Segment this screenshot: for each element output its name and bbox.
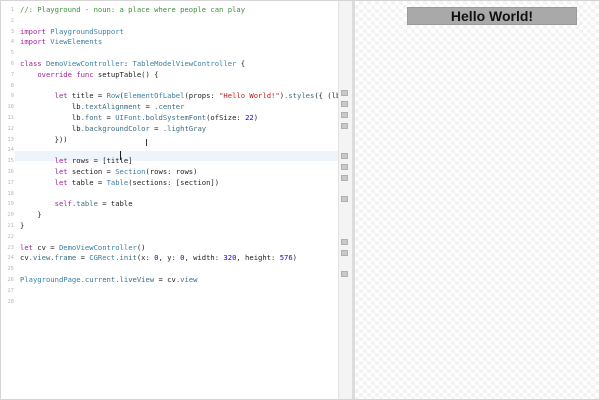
code-line[interactable]: }	[20, 221, 24, 232]
line-number: 1	[10, 7, 14, 13]
code-line[interactable]: override func setupTable() {	[20, 70, 158, 81]
code-line[interactable]: let rows = [title]	[20, 156, 133, 167]
line-number: 3	[10, 28, 14, 35]
quick-look-button[interactable]	[341, 90, 348, 96]
quick-look-button[interactable]	[341, 271, 348, 277]
line-number: 23	[7, 244, 14, 251]
line-number: 18	[7, 190, 14, 197]
code-line[interactable]: cv.view.frame = CGRect.init(x: 0, y: 0, …	[20, 253, 297, 264]
line-number: 2	[10, 17, 14, 24]
code-line[interactable]: let cv = DemoViewController()	[20, 243, 146, 254]
line-number: 16	[7, 169, 14, 175]
line-number: 4	[10, 39, 14, 46]
line-number: 27	[7, 287, 14, 294]
line-number: 21	[7, 223, 14, 229]
line-number: 5	[10, 50, 14, 57]
code-line[interactable]: import PlaygroundSupport	[20, 27, 124, 38]
code-line[interactable]: PlaygroundPage.current.liveView = cv.vie…	[20, 275, 197, 286]
line-number: 17	[7, 179, 14, 186]
code-line[interactable]: //: Playground - noun: a place where peo…	[20, 5, 245, 16]
table-cell[interactable]: Hello World!	[407, 7, 577, 25]
line-number: 9	[10, 93, 14, 100]
line-number: 8	[10, 82, 14, 89]
playground-window: 1 2 3 4 5 6 7 8 9 10 11 12 13 14 15 16 17 18 19 20 21 22 23 24 2…	[0, 0, 600, 400]
live-view-pane: Hello World!	[355, 1, 599, 399]
line-number-gutter: 1 2 3 4 5 6 7 8 9 10 11 12 13 14 15 16 17 18 19 20 21 22 23 24 2…	[1, 1, 15, 399]
line-number: 12	[7, 125, 14, 132]
line-number: 7	[10, 71, 14, 78]
code-line[interactable]: import ViewElements	[20, 37, 102, 48]
quick-look-button[interactable]	[341, 123, 348, 129]
code-line[interactable]: class DemoViewController: TableModelView…	[20, 59, 245, 70]
line-number: 11	[7, 115, 14, 121]
line-number: 28	[7, 298, 14, 305]
code-line[interactable]: }))	[20, 135, 68, 146]
line-number: 19	[7, 201, 14, 208]
code-editor[interactable]: 1 2 3 4 5 6 7 8 9 10 11 12 13 14 15 16 17 18 19 20 21 22 23 24 2…	[1, 1, 358, 399]
text-cursor	[120, 151, 121, 160]
code-line[interactable]: let table = Table(sections: [section])	[20, 178, 219, 189]
code-line[interactable]: let section = Section(rows: rows)	[20, 167, 198, 178]
ibeam-cursor-icon: I	[145, 138, 148, 149]
line-number: 20	[7, 212, 14, 219]
line-number: 25	[7, 266, 14, 273]
code-line[interactable]: }	[20, 210, 41, 221]
quick-look-button[interactable]	[341, 112, 348, 118]
line-number: 15	[7, 158, 14, 165]
quick-look-button[interactable]	[341, 250, 348, 256]
quick-look-button[interactable]	[341, 175, 348, 181]
quick-look-button[interactable]	[341, 239, 348, 245]
code-line[interactable]: self.table = table	[20, 199, 133, 210]
hello-world-label: Hello World!	[450, 8, 534, 24]
code-line[interactable]: lb.textAlignment = .center	[20, 102, 185, 113]
quick-look-button[interactable]	[341, 164, 348, 170]
line-number: 26	[7, 277, 14, 283]
quick-look-button[interactable]	[341, 153, 348, 159]
code-line[interactable]: let title = Row(ElementOfLabel(props: "H…	[20, 91, 358, 102]
code-line[interactable]: lb.backgroundColor = .lightGray	[20, 124, 206, 135]
line-number: 14	[7, 147, 14, 154]
line-number: 10	[7, 104, 14, 111]
code-line[interactable]: lb.font = UIFont.boldSystemFont(ofSize: …	[20, 113, 258, 124]
line-number: 24	[7, 255, 14, 262]
line-number: 13	[7, 136, 14, 143]
quick-look-button[interactable]	[341, 101, 348, 107]
quick-look-button[interactable]	[341, 196, 348, 202]
line-number: 22	[7, 233, 14, 240]
line-number: 6	[10, 61, 14, 67]
